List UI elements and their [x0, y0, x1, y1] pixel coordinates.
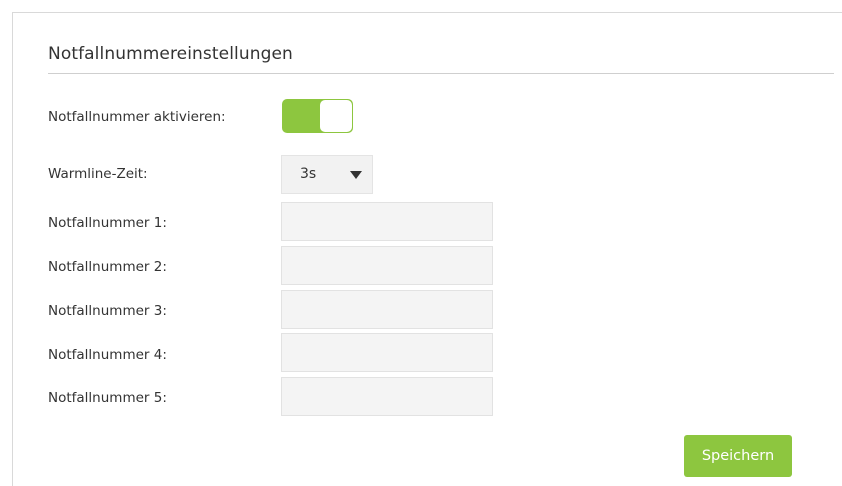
number-3-label: Notfallnummer 3: — [48, 303, 167, 319]
save-button[interactable]: Speichern — [684, 435, 792, 477]
warmline-select[interactable]: 3s — [281, 155, 373, 194]
number-3-input[interactable] — [281, 290, 493, 329]
toggle-knob — [320, 100, 352, 132]
settings-panel: Notfallnummereinstellungen Notfallnummer… — [12, 12, 842, 486]
number-5-input[interactable] — [281, 377, 493, 416]
enable-toggle[interactable] — [282, 99, 353, 133]
number-5-label: Notfallnummer 5: — [48, 390, 167, 406]
number-4-input[interactable] — [281, 333, 493, 372]
number-2-label: Notfallnummer 2: — [48, 259, 167, 275]
number-4-label: Notfallnummer 4: — [48, 347, 167, 363]
number-1-label: Notfallnummer 1: — [48, 215, 167, 231]
section-title: Notfallnummereinstellungen — [48, 44, 293, 64]
warmline-selected-value: 3s — [300, 166, 317, 182]
section-divider — [48, 73, 834, 74]
number-1-input[interactable] — [281, 202, 493, 241]
warmline-label: Warmline-Zeit: — [48, 166, 148, 182]
chevron-down-icon — [350, 171, 362, 179]
enable-label: Notfallnummer aktivieren: — [48, 109, 226, 125]
number-2-input[interactable] — [281, 246, 493, 285]
